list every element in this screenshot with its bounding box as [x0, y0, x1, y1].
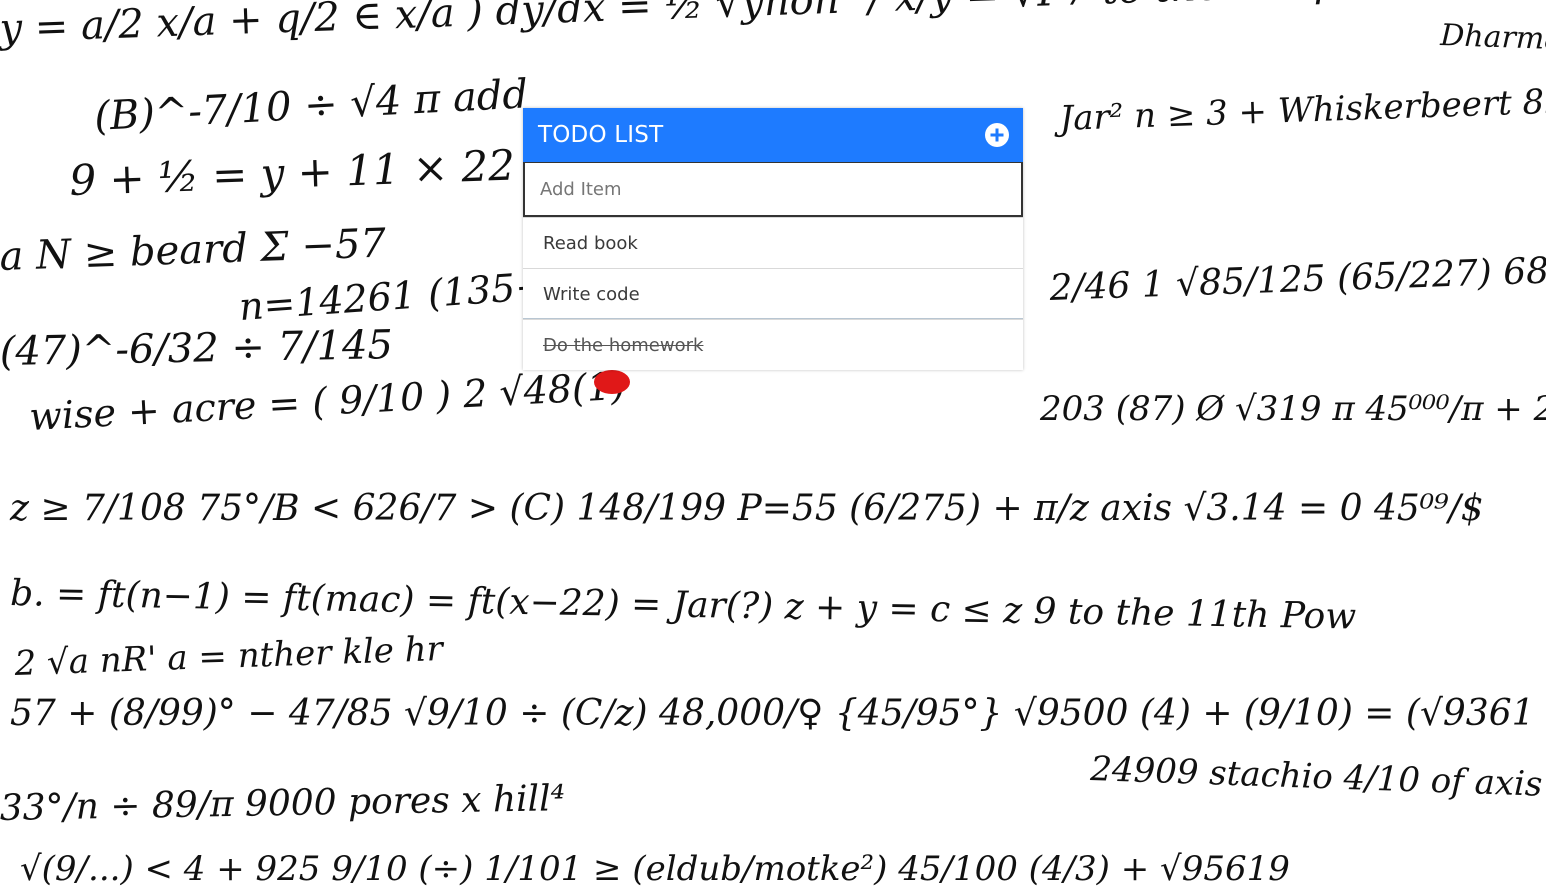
todo-title: TODO LIST	[538, 122, 664, 148]
math-scribble-17: Dharma 94 ...	[1439, 18, 1546, 60]
add-item-input[interactable]	[523, 162, 1023, 217]
math-scribble-5: (47)^-6/32 ÷ 7/145	[0, 322, 393, 375]
add-item-icon[interactable]	[985, 123, 1009, 147]
math-scribble-14: Jar² n ≥ 3 + Whiskerbeert 89/90,000 2 = …	[1053, 54, 1546, 140]
todo-item-do-the-homework[interactable]: Do the homework	[523, 319, 1023, 370]
red-scribble-mark	[594, 370, 630, 394]
math-scribble-7: z ≥ 7/108 75°/B < 626/7 > (C) 148/199 P=…	[9, 488, 1484, 529]
math-scribble-10: 57 + (8/99)° − 47/85 √9/10 ÷ (C/z) 48,00…	[10, 693, 1546, 734]
todo-item-write-code[interactable]: Write code	[523, 268, 1023, 319]
math-scribble-15: 2/46 1 √85/125 (65/227) 68/913 = 4	[1048, 245, 1546, 309]
math-scribble-16: 203 (87) Ø √319 π 45⁰⁰⁰/π + 2	[1039, 389, 1546, 429]
math-scribble-1: (B)^-7/10 ÷ √4 π add	[93, 71, 529, 140]
math-scribble-0: y = a/2 x/a + q/2 ∈ x/a ) dy/dx = ½ √yno…	[0, 0, 1444, 52]
math-scribble-13: √(9/...) < 4 + 925 9/10 (÷) 1/101 ≥ (eld…	[20, 849, 1290, 889]
todo-header: TODO LIST	[523, 108, 1023, 162]
todo-list: Read book Write code Do the homework	[523, 217, 1023, 370]
math-scribble-12: 33°/n ÷ 89/π 9000 pores x hill⁴	[0, 778, 565, 829]
math-scribble-9: 2 √a nR' a = nther kle hr	[13, 629, 445, 684]
math-scribble-8: b. = ft(n−1) = ft(mac) = ft(x−22) = Jar(…	[10, 573, 1357, 637]
todo-item-read-book[interactable]: Read book	[523, 217, 1023, 268]
math-scribble-6: wise + acre = ( 9/10 ) 2 √48(1)	[28, 364, 627, 439]
math-scribble-3: a N ≥ beard Σ −57	[0, 221, 387, 280]
math-scribble-11: 24909 stachio 4/10 of axis Ø	[1089, 749, 1546, 806]
todo-panel: TODO LIST Read book Write code Do the ho…	[523, 108, 1023, 370]
